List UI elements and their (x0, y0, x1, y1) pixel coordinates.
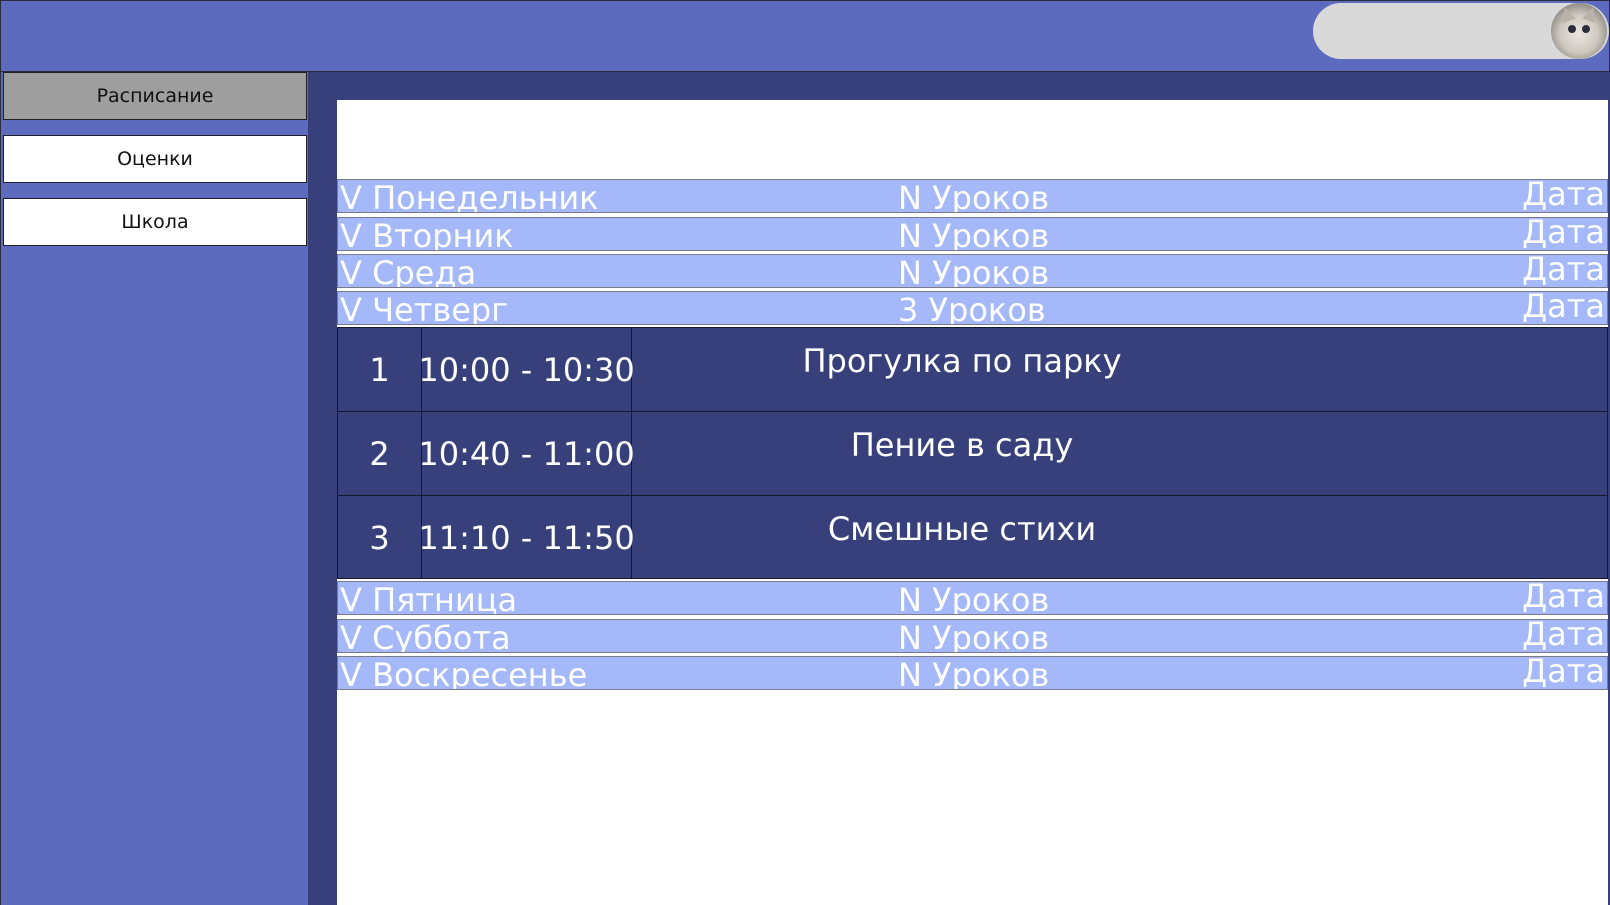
day-row-tuesday[interactable]: V Вторник N Уроков Дата (337, 217, 1608, 251)
lessons-count: N Уроков (898, 254, 1050, 288)
sidebar-item-label: Школа (121, 211, 189, 233)
sidebar-item-label: Расписание (96, 85, 214, 107)
lessons-count: 3 Уроков (898, 291, 1046, 325)
sidebar-item-label: Оценки (117, 148, 193, 170)
lesson-subject: Пение в саду (850, 426, 1074, 464)
day-row-monday[interactable]: V Понедельник N Уроков Дата (337, 179, 1608, 213)
lesson-time: 10:00 - 10:30 (418, 328, 635, 411)
sidebar: Расписание Оценки Школа (0, 72, 308, 905)
lesson-subject: Прогулка по парку (802, 342, 1122, 380)
day-name: V Четверг (340, 291, 508, 325)
app-window: Расписание Оценки Школа V Понедельник N … (0, 0, 1610, 905)
day-date: Дата (1522, 179, 1605, 213)
lesson-number: 1 (338, 328, 422, 411)
lessons-table: 1 10:00 - 10:30 Прогулка по парку 2 10:4… (337, 327, 1608, 579)
profile-pill[interactable] (1313, 3, 1609, 59)
day-date: Дата (1522, 291, 1605, 325)
sidebar-item-grades[interactable]: Оценки (3, 135, 307, 183)
day-row-wednesday[interactable]: V Среда N Уроков Дата (337, 254, 1608, 288)
sidebar-item-school[interactable]: Школа (3, 198, 307, 246)
lessons-count: N Уроков (898, 619, 1050, 653)
lesson-row[interactable]: 3 11:10 - 11:50 Смешные стихи (338, 496, 1607, 580)
day-name: V Вторник (340, 217, 514, 251)
day-date: Дата (1522, 656, 1605, 690)
top-header (0, 0, 1610, 72)
lessons-count: N Уроков (898, 656, 1050, 690)
lesson-number: 2 (338, 412, 422, 495)
sidebar-item-schedule[interactable]: Расписание (3, 72, 307, 120)
day-row-saturday[interactable]: V Суббота N Уроков Дата (337, 619, 1608, 653)
day-date: Дата (1522, 581, 1605, 615)
lessons-count: N Уроков (898, 217, 1050, 251)
lesson-number: 3 (338, 496, 422, 579)
day-date: Дата (1522, 254, 1605, 288)
day-name: V Среда (340, 254, 477, 288)
day-row-sunday[interactable]: V Воскресенье N Уроков Дата (337, 656, 1608, 690)
day-row-friday[interactable]: V Пятница N Уроков Дата (337, 581, 1608, 615)
lesson-subject: Смешные стихи (827, 510, 1097, 548)
lessons-count: N Уроков (898, 581, 1050, 615)
day-name: V Пятница (340, 581, 518, 615)
lesson-row[interactable]: 2 10:40 - 11:00 Пение в саду (338, 412, 1607, 496)
day-date: Дата (1522, 619, 1605, 653)
lesson-time: 11:10 - 11:50 (418, 496, 635, 579)
day-name: V Воскресенье (340, 656, 588, 690)
lesson-time: 10:40 - 11:00 (418, 412, 635, 495)
lesson-row[interactable]: 1 10:00 - 10:30 Прогулка по парку (338, 328, 1607, 412)
lessons-count: N Уроков (898, 179, 1050, 213)
day-date: Дата (1522, 217, 1605, 251)
day-name: V Понедельник (340, 179, 599, 213)
cat-avatar-icon[interactable] (1551, 3, 1607, 59)
day-row-thursday[interactable]: V Четверг 3 Уроков Дата (337, 291, 1608, 325)
day-name: V Суббота (340, 619, 511, 653)
